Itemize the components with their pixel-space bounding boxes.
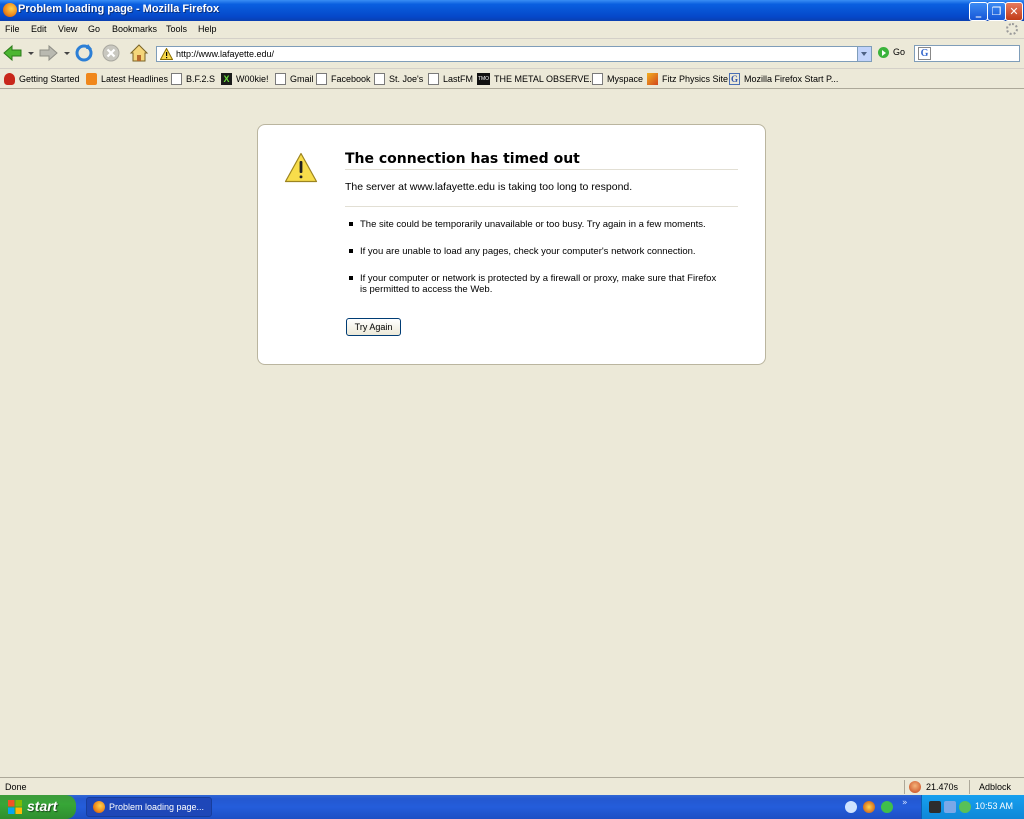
taskbar-item-label: Problem loading page... <box>109 802 205 812</box>
page-icon <box>374 72 385 85</box>
windows-flag-icon <box>8 800 22 814</box>
forward-dropdown-icon[interactable] <box>64 52 70 55</box>
error-description: The server at www.lafayette.edu is takin… <box>345 181 633 193</box>
status-bar: Done 21.470s Adblock <box>0 777 1024 796</box>
menu-file[interactable]: File <box>5 24 20 34</box>
google-search-icon[interactable]: G <box>918 47 931 60</box>
bookmark-latest-headlines[interactable]: Latest Headlines <box>86 72 168 85</box>
page-icon <box>592 72 603 85</box>
bookmark-firefox-start[interactable]: G Mozilla Firefox Start P... <box>729 72 838 85</box>
divider <box>904 780 905 794</box>
divider <box>345 169 738 170</box>
firefox-icon <box>93 801 105 813</box>
back-icon[interactable] <box>3 43 23 63</box>
menu-edit[interactable]: Edit <box>31 24 47 34</box>
window-title: Problem loading page - Mozilla Firefox <box>18 3 220 15</box>
bookmarks-toolbar: Getting Started Latest Headlines B.F.2.S… <box>0 69 1024 89</box>
search-box[interactable]: G <box>914 45 1020 62</box>
bookmark-st-joes[interactable]: St. Joe's <box>374 72 423 85</box>
security-tray-icon[interactable] <box>959 801 971 813</box>
home-icon[interactable] <box>129 43 149 63</box>
bookmark-w00kie[interactable]: X W00kie! <box>221 72 269 85</box>
network-tray-icon[interactable] <box>845 801 857 813</box>
menu-go[interactable]: Go <box>88 24 100 34</box>
stop-icon[interactable] <box>101 43 121 63</box>
page-timer-icon[interactable] <box>909 781 921 793</box>
close-button[interactable]: ✕ <box>1005 2 1023 21</box>
bullet-icon <box>349 249 353 253</box>
url-bar[interactable] <box>156 46 872 62</box>
tmo-icon: TMO <box>477 72 490 85</box>
adblock-button[interactable]: Adblock <box>979 782 1011 792</box>
taskbar: start Problem loading page... » 10:53 AM <box>0 795 1024 819</box>
warning-icon <box>284 152 318 186</box>
firefox-tray-icon[interactable] <box>863 801 875 813</box>
taskbar-item-firefox[interactable]: Problem loading page... <box>86 797 212 817</box>
tray-expand-icon[interactable]: » <box>902 798 908 808</box>
go-icon <box>878 47 889 59</box>
search-input[interactable] <box>935 47 1017 60</box>
page-load-time: 21.470s <box>926 782 959 792</box>
messenger-tray-icon[interactable] <box>881 801 893 813</box>
bullet-icon <box>349 222 353 226</box>
menu-bookmarks[interactable]: Bookmarks <box>112 24 157 34</box>
forward-icon[interactable] <box>38 43 58 63</box>
divider <box>969 780 970 794</box>
throbber-icon <box>1006 23 1018 35</box>
error-bullet: The site could be temporarily unavailabl… <box>360 219 706 230</box>
bookmark-getting-started[interactable]: Getting Started <box>4 72 80 85</box>
page-icon <box>275 72 286 85</box>
google-icon: G <box>729 72 740 85</box>
error-title: The connection has timed out <box>345 151 580 167</box>
back-dropdown-icon[interactable] <box>28 52 34 55</box>
clock: 10:53 AM <box>975 801 1014 811</box>
warning-icon <box>159 47 174 63</box>
go-label: Go <box>893 47 906 57</box>
reload-icon[interactable] <box>74 43 94 63</box>
fitz-icon <box>647 72 658 85</box>
page-icon <box>171 72 182 85</box>
start-button[interactable]: start <box>0 795 76 819</box>
window-titlebar[interactable]: Problem loading page - Mozilla Firefox _… <box>0 0 1024 21</box>
x-icon: X <box>221 72 232 85</box>
url-dropdown-icon[interactable] <box>857 47 871 61</box>
rss-icon <box>86 72 97 85</box>
status-text: Done <box>5 782 27 792</box>
error-bullet: If your computer or network is protected… <box>360 273 717 295</box>
maximize-button[interactable]: ❐ <box>987 2 1006 21</box>
red-hat-icon <box>4 72 15 85</box>
go-button[interactable]: Go <box>878 47 906 59</box>
error-bullet: If you are unable to load any pages, che… <box>360 246 696 257</box>
menu-view[interactable]: View <box>58 24 77 34</box>
firefox-icon <box>3 3 17 17</box>
menu-tools[interactable]: Tools <box>166 24 187 34</box>
bookmark-facebook[interactable]: Facebook <box>316 72 371 85</box>
bookmark-fitz-physics[interactable]: Fitz Physics Site <box>647 72 728 85</box>
start-label: start <box>27 798 58 814</box>
try-again-button[interactable]: Try Again <box>346 318 401 336</box>
minimize-button[interactable]: _ <box>969 2 988 21</box>
menu-bar: File Edit View Go Bookmarks Tools Help <box>0 21 1024 39</box>
page-icon <box>428 72 439 85</box>
bullet-icon <box>349 276 353 280</box>
page-icon <box>316 72 327 85</box>
menu-help[interactable]: Help <box>198 24 217 34</box>
bookmark-bf2s[interactable]: B.F.2.S <box>171 72 215 85</box>
bookmark-gmail[interactable]: Gmail <box>275 72 314 85</box>
url-input[interactable] <box>176 47 856 61</box>
volume-icon[interactable] <box>944 801 956 813</box>
divider <box>345 206 738 207</box>
bookmark-myspace[interactable]: Myspace <box>592 72 643 85</box>
bookmark-metal-observer[interactable]: TMO THE METAL OBSERVE... <box>477 72 597 85</box>
tray-app-icon[interactable] <box>929 801 941 813</box>
bookmark-lastfm[interactable]: LastFM <box>428 72 473 85</box>
